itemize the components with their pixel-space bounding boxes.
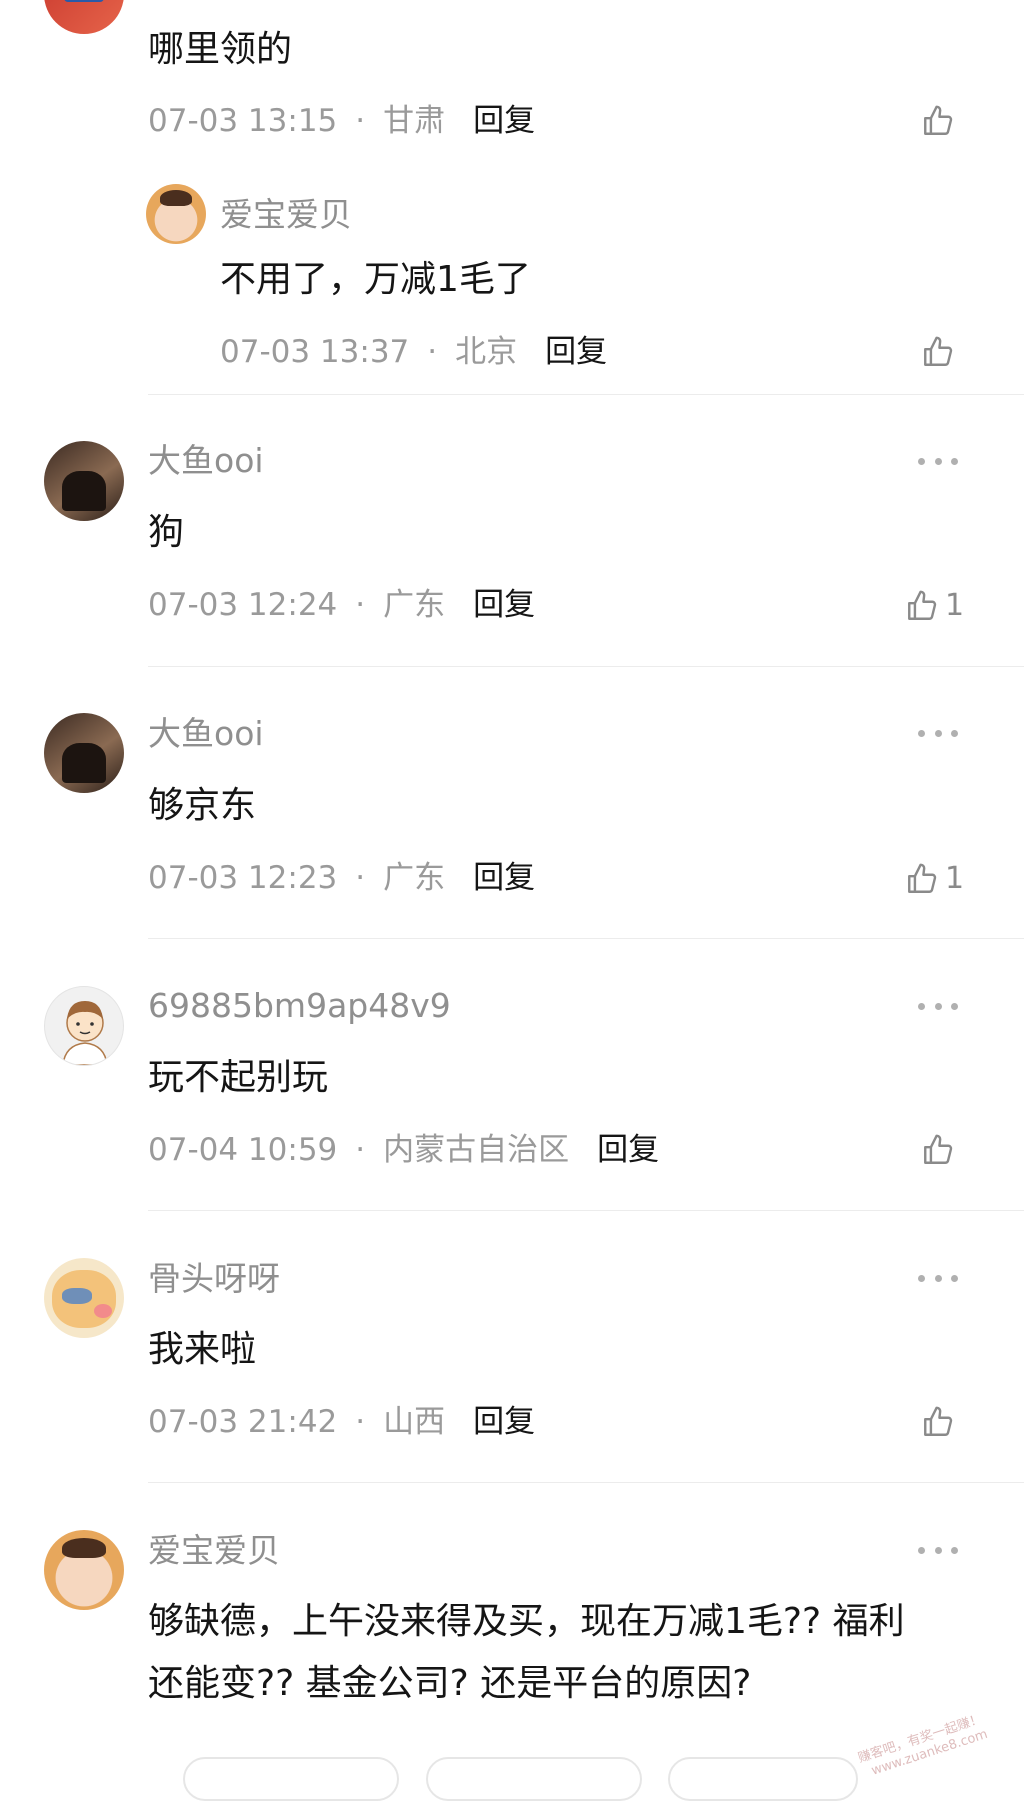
meta-separator: · — [355, 587, 366, 623]
watermark: 赚客吧，有奖一起赚！ www.zuanke8.com — [856, 1711, 989, 1781]
comment-0-meta: 07-03 13:15 · 甘肃 回复 — [148, 106, 535, 137]
comment-4-location: 内蒙古自治区 — [383, 1132, 570, 1168]
comment-3-more-button[interactable] — [918, 727, 958, 739]
comment-5-more-button[interactable] — [918, 1272, 958, 1284]
thumbs-up-icon — [908, 590, 937, 620]
comment-2-more-button[interactable] — [918, 455, 958, 467]
comment-2-reply-button[interactable]: 回复 — [473, 590, 535, 621]
comment-5-like-button[interactable] — [921, 1405, 955, 1439]
comment-1-reply-button[interactable]: 回复 — [545, 337, 607, 368]
comment-1-location: 北京 — [455, 334, 518, 370]
comment-3-username[interactable]: 大鱼ooi — [148, 717, 264, 750]
comment-5-content: 我来啦 — [148, 1329, 257, 1370]
comment-0-location: 甘肃 — [383, 103, 446, 139]
comment-2-location: 广东 — [383, 587, 446, 623]
comment-1-username[interactable]: 爱宝爱贝 — [220, 198, 352, 231]
comment-6-content-line-2: 还能变?? 基金公司? 还是平台的原因? — [148, 1663, 752, 1704]
comment-3-meta: 07-03 12:23 · 广东 回复 — [148, 863, 535, 894]
comment-0-reply-button[interactable]: 回复 — [473, 106, 535, 137]
meta-separator: · — [355, 1132, 366, 1168]
meta-separator: · — [355, 860, 366, 896]
comment-3-time: 07-03 12:23 — [148, 860, 338, 896]
divider — [148, 938, 1024, 939]
avatar-comment-4[interactable] — [44, 986, 124, 1066]
avatar-comment-1[interactable] — [146, 184, 206, 244]
divider — [148, 1210, 1024, 1211]
comment-2-meta: 07-03 12:24 · 广东 回复 — [148, 590, 535, 621]
comment-5-location: 山西 — [383, 1404, 446, 1440]
comment-3-like-count: 1 — [945, 861, 965, 896]
comment-5-meta: 07-03 21:42 · 山西 回复 — [148, 1407, 535, 1438]
comment-6-content-line-1: 够缺德，上午没来得及买，现在万减1毛?? 福利 — [148, 1601, 905, 1642]
comment-4-more-button[interactable] — [918, 1000, 958, 1012]
comment-1-time: 07-03 13:37 — [220, 334, 410, 370]
comment-4-username[interactable]: 69885bm9ap48v9 — [148, 989, 451, 1022]
thumbs-up-icon — [908, 863, 937, 893]
comment-0-content: 哪里领的 — [148, 29, 293, 70]
comment-6-more-button[interactable] — [918, 1544, 958, 1556]
meta-separator: · — [355, 103, 366, 139]
comment-3-content: 够京东 — [148, 785, 257, 826]
comment-4-content: 玩不起别玩 — [148, 1057, 329, 1098]
comment-5-username[interactable]: 骨头呀呀 — [148, 1262, 280, 1295]
thumbs-up-icon — [924, 1134, 953, 1164]
comment-2-like-count: 1 — [945, 588, 965, 623]
thumbs-up-icon — [924, 105, 953, 135]
comment-4-like-button[interactable] — [921, 1133, 955, 1167]
divider — [148, 666, 1024, 667]
comment-3-location: 广东 — [383, 860, 446, 896]
divider — [148, 394, 1024, 395]
comment-1-meta: 07-03 13:37 · 北京 回复 — [220, 337, 607, 368]
thumbs-up-icon — [924, 336, 953, 366]
comment-2-time: 07-03 12:24 — [148, 587, 338, 623]
meta-separator: · — [355, 1404, 366, 1440]
comment-6-action-chip[interactable] — [183, 1757, 399, 1801]
comment-2-content: 狗 — [148, 512, 185, 553]
comment-0-time: 07-03 13:15 — [148, 103, 338, 139]
comment-1-content: 不用了，万减1毛了 — [220, 259, 531, 300]
comment-6-action-chip[interactable] — [426, 1757, 642, 1801]
comment-6-action-chip[interactable] — [668, 1757, 858, 1801]
divider — [148, 1482, 1024, 1483]
avatar-comment-5[interactable] — [44, 1258, 124, 1338]
comment-3-reply-button[interactable]: 回复 — [473, 863, 535, 894]
avatar-comment-6[interactable] — [44, 1530, 124, 1610]
avatar-comment-3[interactable] — [44, 713, 124, 793]
comment-2-username[interactable]: 大鱼ooi — [148, 444, 264, 477]
thumbs-up-icon — [924, 1406, 953, 1436]
comment-4-reply-button[interactable]: 回复 — [597, 1135, 659, 1166]
comment-5-reply-button[interactable]: 回复 — [473, 1407, 535, 1438]
comment-3-like-button[interactable]: 1 — [905, 861, 964, 896]
comment-2-like-button[interactable]: 1 — [905, 588, 964, 623]
avatar-comment-2[interactable] — [44, 441, 124, 521]
comment-5-time: 07-03 21:42 — [148, 1404, 338, 1440]
comment-0-like-button[interactable] — [921, 104, 955, 138]
comment-4-time: 07-04 10:59 — [148, 1132, 338, 1168]
comment-1-like-button[interactable] — [921, 335, 955, 369]
avatar-comment-0[interactable] — [44, 0, 124, 34]
comment-6-username[interactable]: 爱宝爱贝 — [148, 1534, 280, 1567]
comment-4-meta: 07-04 10:59 · 内蒙古自治区 回复 — [148, 1135, 659, 1166]
meta-separator: · — [427, 334, 438, 370]
default-user-icon — [62, 1001, 108, 1065]
